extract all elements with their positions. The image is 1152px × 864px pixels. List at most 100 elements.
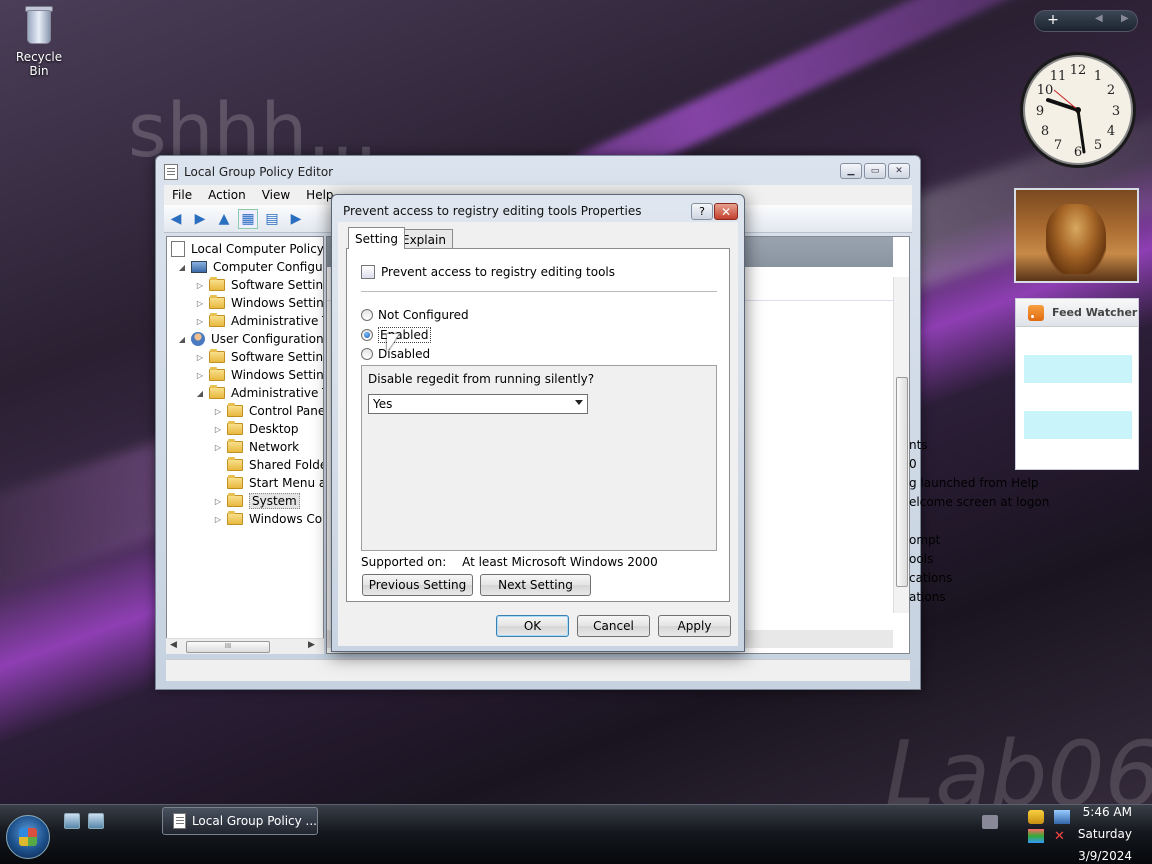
quick-launch-switch-windows-icon[interactable] [88,813,104,829]
policy-tree-pane[interactable]: Local Computer Policy ◢ Computer Configura… [166,236,324,654]
volume-muted-icon[interactable]: ✕ [1054,829,1070,844]
keyboard-icon[interactable] [982,815,998,829]
previous-page-icon[interactable]: ◀ [1095,13,1103,24]
security-shield-icon[interactable] [1028,810,1044,824]
tree-item-label: Windows Setting [231,296,324,310]
setting-row-fragment[interactable]: ools [909,552,933,566]
expand-arrow-icon[interactable]: ▷ [213,425,223,434]
tree-item[interactable]: ▷ Desktop [213,420,299,438]
tree-item[interactable]: ◢ Administrative Te [195,384,323,402]
svg-text:8: 8 [1041,124,1049,139]
setting-row-fragment[interactable]: g launched from Help [909,476,1038,490]
setting-row-fragment[interactable]: 0 [909,457,917,471]
tree-item-label: Local Computer Policy [191,242,324,256]
menu-view[interactable]: View [254,188,298,202]
tree-horizontal-scrollbar[interactable]: ◀ III ▶ [166,638,324,654]
expand-arrow-icon[interactable]: ▷ [195,281,205,290]
expand-arrow-icon[interactable]: ▷ [213,443,223,452]
start-button[interactable] [6,815,50,859]
scroll-left-icon[interactable]: ◀ [170,640,177,650]
slideshow-gadget[interactable] [1014,188,1139,283]
setting-row-fragment[interactable]: cations [909,571,952,585]
taskbar-time[interactable]: 5:46 AM [1083,805,1132,819]
tree-item[interactable]: Start Menu ar [213,474,323,492]
scroll-right-icon[interactable]: ▶ [308,640,315,650]
expand-arrow-icon[interactable]: ▷ [195,317,205,326]
sidebar-gadget-controls: + ◀ ▶ [1034,10,1138,32]
dialog-close-button[interactable]: ✕ [714,203,738,220]
network-icon[interactable] [1054,810,1070,824]
feed-item-placeholder[interactable] [1024,355,1132,383]
svg-text:2: 2 [1107,83,1115,98]
expand-arrow-icon[interactable]: ▷ [213,515,223,524]
expand-arrow-icon[interactable]: ▷ [195,353,205,362]
radio-button-selected[interactable] [361,329,373,341]
up-folder-icon[interactable]: ▲ [214,209,234,229]
minimize-button[interactable]: ▁ [840,163,862,179]
tree-item[interactable]: ▷ System [213,492,300,510]
feed-watcher-gadget[interactable]: Feed Watcher [1015,298,1139,470]
tree-item[interactable]: Shared Folder [213,456,323,474]
add-gadget-button[interactable]: + [1043,12,1063,28]
vertical-scroll-thumb[interactable] [896,377,908,587]
recycle-bin-desktop-icon[interactable]: Recycle Bin [6,4,72,78]
expand-arrow-icon[interactable]: ▷ [195,299,205,308]
tree-item[interactable]: ▷ Administrative Te [195,312,323,330]
settings-vertical-scrollbar[interactable] [893,277,909,613]
properties-icon[interactable]: ▤ [262,209,282,229]
taskbar-day[interactable]: Saturday [1078,827,1132,841]
maximize-button[interactable]: ▭ [864,163,886,179]
collapse-arrow-icon[interactable]: ◢ [177,335,187,344]
expand-arrow-icon[interactable]: ▷ [195,371,205,380]
setting-row-fragment[interactable]: elcome screen at logon [909,495,1049,509]
setting-row-fragment[interactable]: nts [909,438,928,452]
tree-item[interactable]: ▷ Software Settings [195,348,323,366]
back-arrow-icon[interactable]: ◀ [166,209,186,229]
feed-watcher-header: Feed Watcher [1016,299,1138,327]
tree-item[interactable]: Local Computer Policy [171,240,324,258]
tree-item[interactable]: ▷ Windows Setting [195,294,324,312]
setting-row-fragment[interactable]: ompt [909,533,940,547]
quick-launch-ie-icon[interactable] [64,813,80,829]
tab-setting[interactable]: Setting [348,227,405,249]
radio-button[interactable] [361,309,373,321]
tree-item-label: Windows Setting [231,368,324,382]
apply-button[interactable]: Apply [658,615,731,637]
forward-arrow-icon[interactable]: ▶ [190,209,210,229]
export-list-icon[interactable]: ▶ [286,209,306,229]
windows-security-icon[interactable] [1028,829,1044,843]
radio-button[interactable] [361,348,373,360]
collapse-arrow-icon[interactable]: ◢ [177,263,187,272]
expand-arrow-icon[interactable]: ▷ [213,407,223,416]
taskbar-date[interactable]: 3/9/2024 [1078,849,1132,863]
show-hide-tree-icon[interactable]: ▦ [238,208,258,229]
previous-setting-button[interactable]: Previous Setting [362,574,473,596]
svg-text:3: 3 [1112,104,1120,119]
scroll-thumb[interactable]: III [186,641,270,653]
next-page-icon[interactable]: ▶ [1121,13,1129,24]
cancel-button[interactable]: Cancel [577,615,650,637]
clock-gadget[interactable]: 12 1 2 345 678 9 10 11 [1018,50,1138,170]
setting-row-fragment[interactable]: ations [909,590,946,604]
folder-icon [227,421,243,435]
collapse-arrow-icon[interactable]: ◢ [195,389,205,398]
menu-action[interactable]: Action [200,188,254,202]
tree-item[interactable]: ▷ Software Settings [195,276,323,294]
radio-not-configured[interactable]: Not Configured [361,306,469,324]
feed-item-placeholder[interactable] [1024,411,1132,439]
tree-item[interactable]: ▷ Windows Cor [213,510,323,528]
expand-arrow-icon[interactable]: ▷ [213,497,223,506]
regedit-silent-select[interactable]: Yes [368,394,588,414]
taskbar-group-policy-button[interactable]: Local Group Policy ... [162,807,318,835]
tree-item[interactable]: ▷ Network [213,438,299,456]
window-title-bar[interactable]: Local Group Policy Editor [164,162,333,182]
dialog-help-button[interactable]: ? [691,203,713,220]
tree-item[interactable]: ▷ Windows Setting [195,366,324,384]
close-window-button[interactable]: ✕ [888,163,910,179]
tree-item[interactable]: ◢ Computer Configura [177,258,323,276]
menu-file[interactable]: File [164,188,200,202]
next-setting-button[interactable]: Next Setting [480,574,591,596]
tree-item[interactable]: ▷ Control Panel [213,402,323,420]
ok-button[interactable]: OK [496,615,569,637]
tree-item[interactable]: ◢ User Configuration [177,330,323,348]
